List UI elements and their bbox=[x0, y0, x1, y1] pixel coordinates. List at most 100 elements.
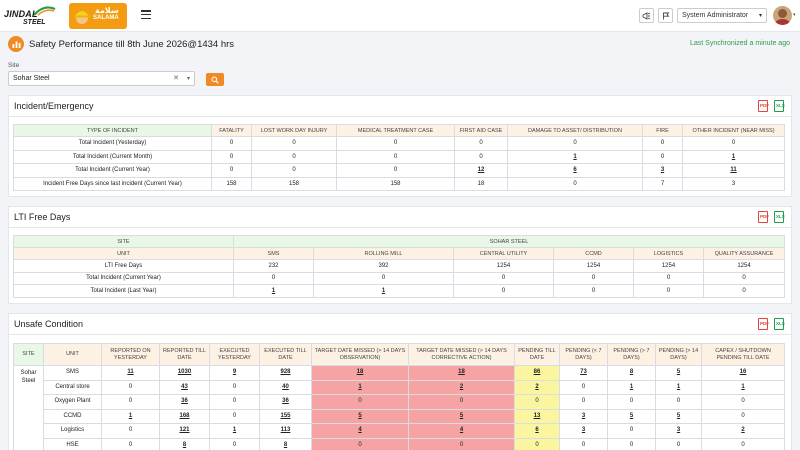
lti-value-cell: 1254 bbox=[453, 259, 554, 273]
unsafe-value-cell[interactable]: 1030 bbox=[159, 365, 210, 381]
search-icon bbox=[211, 76, 219, 84]
unsafe-value-cell: 0 bbox=[514, 394, 560, 410]
salama-logo[interactable]: سلامة SALAMA bbox=[69, 3, 127, 29]
unsafe-value-cell[interactable]: 5 bbox=[655, 365, 702, 381]
unsafe-value-cell[interactable]: 86 bbox=[514, 365, 560, 381]
unsafe-value-cell[interactable]: 3 bbox=[559, 423, 608, 439]
incident-value-cell[interactable]: 12 bbox=[454, 163, 508, 178]
unsafe-value-cell[interactable]: 1 bbox=[655, 379, 702, 395]
incident-value-cell[interactable]: 1 bbox=[682, 149, 785, 164]
unsafe-value-cell[interactable]: 43 bbox=[159, 379, 210, 395]
unsafe-value-cell[interactable]: 2 bbox=[408, 379, 515, 395]
unsafe-value-cell[interactable]: 3 bbox=[655, 423, 702, 439]
unsafe-value-cell: 0 bbox=[101, 423, 160, 439]
lti-value-cell[interactable]: 1 bbox=[233, 284, 314, 298]
menu-toggle-icon[interactable] bbox=[141, 10, 151, 20]
incident-value-cell: 0 bbox=[642, 136, 683, 151]
unsafe-value-cell[interactable]: 168 bbox=[159, 408, 210, 424]
unsafe-value-cell[interactable]: 155 bbox=[259, 408, 312, 424]
unsafe-value-cell[interactable]: 5 bbox=[408, 408, 515, 424]
lti-value-cell: 392 bbox=[313, 259, 454, 273]
unsafe-value-cell[interactable]: 121 bbox=[159, 423, 210, 439]
unsafe-value-cell: 0 bbox=[209, 408, 260, 424]
announcement-button[interactable] bbox=[639, 8, 654, 23]
unsafe-value-cell[interactable]: 1 bbox=[101, 408, 160, 424]
unsafe-value-cell: 0 bbox=[408, 394, 515, 410]
site-select[interactable]: Sohar Steel ✕ ▾ bbox=[8, 71, 195, 86]
search-button[interactable] bbox=[206, 73, 224, 86]
role-select[interactable]: System Administrator ▾ bbox=[677, 8, 767, 23]
unsafe-value-cell[interactable]: 36 bbox=[259, 394, 312, 410]
lti-unit-row: UNIT SMS ROLLING MILL CENTRAL UTILITY CC… bbox=[13, 247, 786, 260]
lti-title: LTI Free Days bbox=[14, 212, 71, 222]
unsafe-value-cell[interactable]: 73 bbox=[559, 365, 608, 381]
unsafe-value-cell[interactable]: 5 bbox=[607, 408, 656, 424]
col-header: OTHER INCIDENT (NEAR MISS) bbox=[682, 124, 785, 137]
lti-row: Total Incident (Current Year) 0 0 0 0 0 0 bbox=[13, 271, 786, 285]
unsafe-value-cell[interactable]: 36 bbox=[159, 394, 210, 410]
lti-unit-head: UNIT bbox=[13, 247, 234, 260]
unsafe-value-cell[interactable]: 5 bbox=[311, 408, 409, 424]
unsafe-value-cell[interactable]: 9 bbox=[209, 365, 260, 381]
unsafe-value-cell[interactable]: 113 bbox=[259, 423, 312, 439]
chevron-down-icon: ▾ bbox=[758, 13, 762, 19]
unsafe-value-cell[interactable]: 1 bbox=[209, 423, 260, 439]
unsafe-value-cell[interactable]: 16 bbox=[701, 365, 785, 381]
incident-value-cell[interactable]: 1 bbox=[507, 149, 643, 164]
unsafe-value-cell[interactable]: 8 bbox=[607, 365, 656, 381]
unsafe-value-cell[interactable]: 2 bbox=[514, 379, 560, 395]
incident-value-cell: 0 bbox=[336, 136, 455, 151]
unsafe-row: Oxygen Plant 0 36 0 36 0 0 0 0 0 0 0 bbox=[14, 394, 785, 410]
megaphone-icon bbox=[642, 11, 651, 20]
unsafe-value-cell[interactable]: 13 bbox=[514, 408, 560, 424]
unsafe-value-cell[interactable]: 40 bbox=[259, 379, 312, 395]
incident-panel: Incident/Emergency PDF XLS TYPE OF INCID… bbox=[8, 95, 792, 197]
unsafe-value-cell[interactable]: 4 bbox=[408, 423, 515, 439]
unsafe-value-cell[interactable]: 18 bbox=[311, 365, 409, 381]
unsafe-value-cell[interactable]: 4 bbox=[311, 423, 409, 439]
export-excel-icon[interactable]: XLS bbox=[774, 211, 785, 223]
export-excel-icon[interactable]: XLS bbox=[774, 318, 785, 330]
unsafe-value-cell[interactable]: 8 bbox=[159, 437, 210, 450]
export-pdf-icon[interactable]: PDF bbox=[758, 318, 769, 330]
jindal-steel-logo[interactable]: JINDAL STEEL bbox=[4, 6, 62, 28]
col-header: PENDING (> 14 DAYS) bbox=[655, 343, 702, 366]
unsafe-value-cell[interactable]: 18 bbox=[408, 365, 515, 381]
incident-row: Total Incident (Current Month) 0 0 0 0 1 0 1 bbox=[13, 149, 785, 164]
user-avatar[interactable] bbox=[773, 6, 792, 25]
incident-value-cell: 0 bbox=[336, 163, 455, 178]
unsafe-value-cell[interactable]: 11 bbox=[101, 365, 160, 381]
unsafe-value-cell[interactable]: 8 bbox=[259, 437, 312, 450]
lti-site-head: SITE bbox=[13, 235, 234, 248]
unsafe-value-cell[interactable]: 5 bbox=[655, 408, 702, 424]
bar-chart-icon bbox=[8, 36, 24, 52]
incident-value-cell: 0 bbox=[642, 149, 683, 164]
unsafe-value-cell[interactable]: 928 bbox=[259, 365, 312, 381]
notifications-button[interactable] bbox=[658, 8, 673, 23]
salama-label: SALAMA bbox=[93, 15, 119, 21]
unsafe-value-cell: 0 bbox=[514, 437, 560, 450]
lti-row: Total Incident (Last Year) 1 1 0 0 0 0 bbox=[13, 284, 786, 298]
unsafe-value-cell[interactable]: 1 bbox=[311, 379, 409, 395]
lti-unit: QUALITY ASSURANCE bbox=[702, 247, 786, 260]
incident-value-cell[interactable]: 11 bbox=[682, 163, 785, 178]
unsafe-value-cell[interactable]: 1 bbox=[607, 379, 656, 395]
export-pdf-icon[interactable]: PDF bbox=[758, 100, 769, 112]
avatar-chevron-down-icon[interactable]: ▾ bbox=[793, 12, 796, 18]
incident-value-cell: 158 bbox=[336, 176, 455, 191]
incident-value-cell[interactable]: 6 bbox=[507, 163, 643, 178]
incident-title: Incident/Emergency bbox=[14, 101, 94, 111]
export-pdf-icon[interactable]: PDF bbox=[758, 211, 769, 223]
unsafe-value-cell[interactable]: 3 bbox=[559, 408, 608, 424]
clear-icon[interactable]: ✕ bbox=[173, 74, 179, 82]
unsafe-value-cell[interactable]: 2 bbox=[701, 423, 785, 439]
unsafe-value-cell[interactable]: 1 bbox=[701, 379, 785, 395]
unsafe-value-cell[interactable]: 6 bbox=[514, 423, 560, 439]
incident-value-cell: 3 bbox=[682, 176, 785, 191]
chevron-down-icon[interactable]: ▾ bbox=[187, 75, 190, 82]
export-excel-icon[interactable]: XLS bbox=[774, 100, 785, 112]
col-header: UNIT bbox=[43, 343, 102, 366]
incident-value-cell[interactable]: 3 bbox=[642, 163, 683, 178]
unsafe-value-cell: 0 bbox=[311, 394, 409, 410]
lti-value-cell[interactable]: 1 bbox=[313, 284, 454, 298]
